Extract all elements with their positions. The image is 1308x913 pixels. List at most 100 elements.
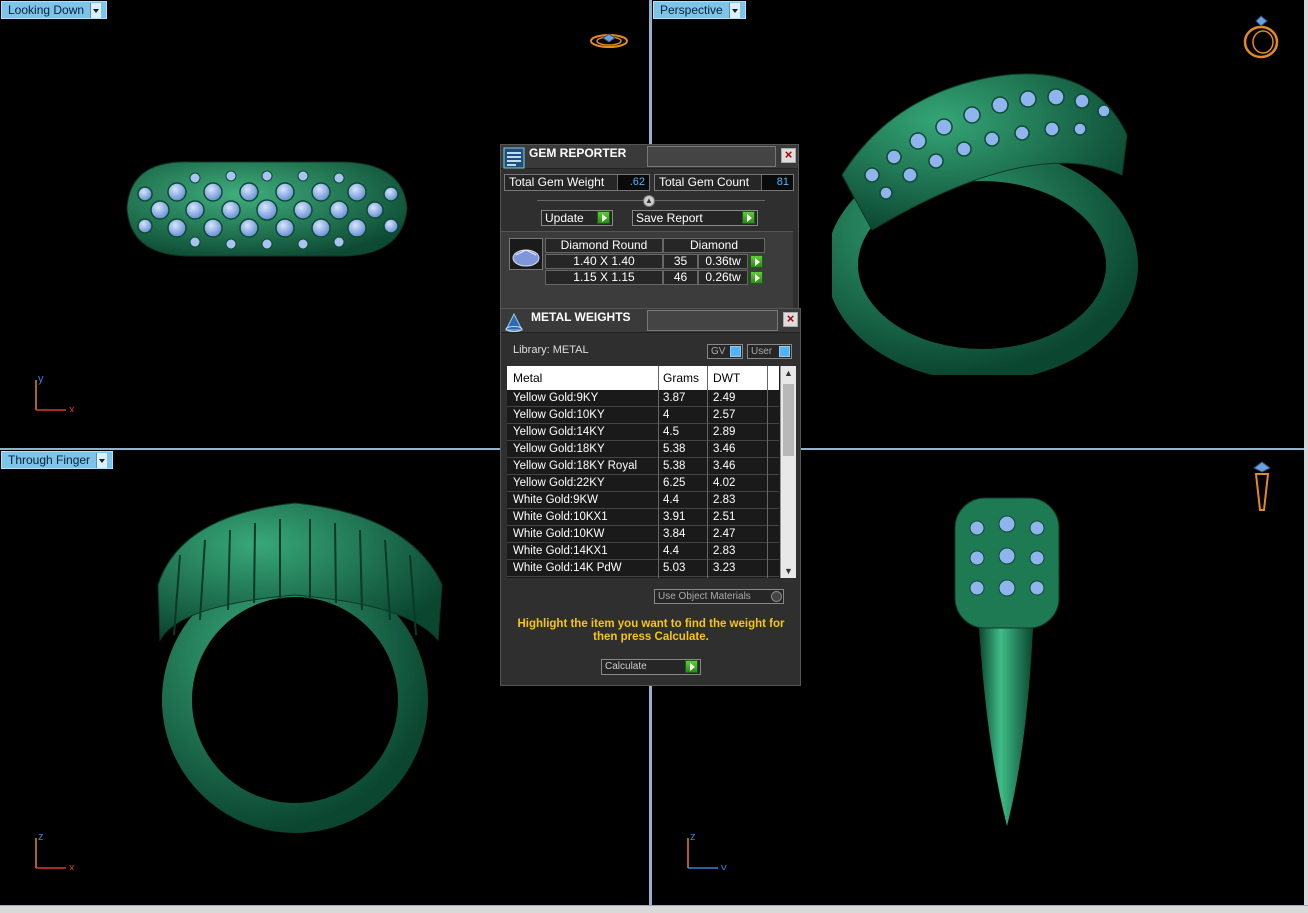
grams-cell: 4.4: [663, 545, 679, 557]
metal-weights-panel[interactable]: METAL WEIGHTS × Library: METAL GV User M…: [500, 308, 801, 686]
use-object-materials-label: Use Object Materials: [658, 591, 751, 602]
grams-cell: 5.38: [663, 443, 686, 455]
toggle-knob: [730, 346, 741, 357]
gv-label: GV: [711, 346, 726, 357]
table-row[interactable]: White Gold:10KW 3.84 2.47: [507, 526, 779, 543]
total-gem-weight-label: Total Gem Weight: [509, 175, 605, 189]
instruction-text: Highlight the item you want to find the …: [517, 618, 785, 643]
chevron-down-icon[interactable]: [728, 2, 740, 18]
play-icon[interactable]: [750, 255, 763, 268]
calculate-label: Calculate: [605, 661, 647, 672]
table-row[interactable]: Yellow Gold:18KY Royal 5.38 3.46: [507, 458, 779, 475]
ring-top-view-icon[interactable]: [589, 30, 629, 52]
scroll-up-icon[interactable]: ▲: [784, 368, 793, 378]
title-bar-fill: [647, 310, 778, 331]
total-gem-count-value: 81: [761, 175, 793, 190]
column-header-dwt[interactable]: DWT: [713, 371, 740, 385]
chevron-down-icon[interactable]: [96, 452, 108, 468]
total-gem-weight-field: Total Gem Weight .62: [504, 174, 650, 191]
table-row[interactable]: White Gold:10KX1 3.91 2.51: [507, 509, 779, 526]
title-bar-fill: [647, 146, 776, 167]
gem-reporter-title: GEM REPORTER: [529, 146, 627, 160]
metal-weights-table[interactable]: Metal Grams DWT Yellow Gold:9KY 3.87 2.49 Y…: [507, 366, 796, 578]
ring-model-through-finger[interactable]: [150, 495, 450, 835]
scroll-down-icon[interactable]: ▼: [784, 566, 793, 576]
table-row[interactable]: Yellow Gold:18KY 5.38 3.46: [507, 441, 779, 458]
view-selector-label: Through Finger: [8, 453, 91, 467]
table-row[interactable]: White Gold:9KW 4.4 2.83: [507, 492, 779, 509]
gem-size-cell[interactable]: 1.40 X 1.40: [545, 254, 663, 269]
grams-cell: 5.03: [663, 562, 686, 574]
table-row[interactable]: Yellow Gold:14KY 4.5 2.89: [507, 424, 779, 441]
save-report-label: Save Report: [636, 211, 703, 225]
vertical-scrollbar[interactable]: ▲ ▼: [780, 366, 796, 578]
ring-perspective-view-icon[interactable]: [1240, 14, 1282, 60]
dwt-cell: 3.23: [713, 562, 736, 574]
metal-name-cell: Yellow Gold:18KY Royal: [513, 460, 638, 472]
table-row[interactable]: White Gold:14KX1 4.4 2.83: [507, 543, 779, 560]
grams-cell: 4.4: [663, 494, 679, 506]
dwt-cell: 2.47: [713, 528, 736, 540]
dwt-cell: 2.49: [713, 392, 736, 404]
grams-cell: 4.5: [663, 426, 679, 438]
dwt-cell: 2.83: [713, 545, 736, 557]
scrollbar-thumb[interactable]: [783, 384, 794, 456]
round-diamond-icon: [512, 249, 540, 267]
view-selector-looking-down[interactable]: Looking Down: [1, 1, 108, 19]
axis-gizmo-xy: y x: [35, 373, 75, 412]
view-selector-perspective[interactable]: Perspective: [653, 1, 746, 19]
dwt-cell: 2.83: [713, 494, 736, 506]
metal-weights-titlebar[interactable]: METAL WEIGHTS ×: [501, 309, 800, 333]
close-icon[interactable]: ×: [783, 312, 798, 327]
metal-name-cell: White Gold:10KW: [513, 528, 605, 540]
grams-cell: 4: [663, 409, 670, 421]
column-header-metal[interactable]: Metal: [513, 371, 542, 385]
dwt-cell: 4.02: [713, 477, 736, 489]
toggle-knob: [779, 346, 790, 357]
table-row[interactable]: Yellow Gold:9KY 3.87 2.49: [507, 390, 779, 407]
table-row[interactable]: Yellow Gold:22KY 6.25 4.02: [507, 475, 779, 492]
view-selector-through-finger[interactable]: Through Finger: [1, 451, 114, 469]
gem-reporter-titlebar[interactable]: GEM REPORTER ×: [501, 145, 798, 169]
ring-side-view-icon[interactable]: [1250, 460, 1274, 514]
calculate-button[interactable]: Calculate: [601, 659, 701, 675]
user-toggle[interactable]: User: [747, 344, 792, 359]
play-icon: [597, 211, 610, 224]
dwt-cell: 2.89: [713, 426, 736, 438]
view-selector-label: Looking Down: [8, 3, 85, 17]
column-separator: [707, 366, 708, 578]
close-icon[interactable]: ×: [781, 148, 796, 163]
ring-model-top-view[interactable]: [115, 150, 415, 270]
gem-weight-cell: 0.26tw: [698, 270, 748, 285]
update-button[interactable]: Update: [541, 210, 613, 226]
gem-count-cell: 46: [663, 270, 698, 285]
axis-label-x: x: [69, 404, 75, 412]
use-object-materials-toggle[interactable]: Use Object Materials: [654, 589, 784, 604]
table-row[interactable]: Yellow Gold:10KY 4 2.57: [507, 407, 779, 424]
ring-model-side-view[interactable]: [947, 488, 1067, 828]
axis-label-z: z: [690, 831, 696, 843]
library-label: Library: METAL: [513, 344, 589, 356]
metal-weights-title: METAL WEIGHTS: [531, 310, 631, 324]
window-frame-right: [1304, 0, 1308, 906]
axis-gizmo-yz: z y: [687, 831, 727, 870]
grams-cell: 6.25: [663, 477, 686, 489]
gem-size-cell[interactable]: 1.15 X 1.15: [545, 270, 663, 285]
column-header-grams[interactable]: Grams: [663, 371, 699, 385]
save-report-button[interactable]: Save Report: [632, 210, 758, 226]
gem-reporter-panel[interactable]: GEM REPORTER × Total Gem Weight .62 Tota…: [500, 144, 799, 310]
gem-list-table: Diamond Round Diamond 1.40 X 1.40 35 0.3…: [501, 231, 793, 309]
gv-toggle[interactable]: GV: [707, 344, 743, 359]
chevron-down-icon[interactable]: [90, 2, 102, 18]
column-separator: [658, 366, 659, 578]
ring-model-perspective[interactable]: [832, 65, 1142, 375]
metal-name-cell: Yellow Gold:18KY: [513, 443, 605, 455]
grams-cell: 3.87: [663, 392, 686, 404]
diamond-round-thumbnail[interactable]: [509, 238, 543, 270]
table-row[interactable]: White Gold:14K PdW 5.03 3.23: [507, 560, 779, 577]
dwt-cell: 3.46: [713, 460, 736, 472]
total-gem-weight-value: .62: [617, 175, 649, 190]
collapse-toggle-icon[interactable]: ▲: [643, 195, 655, 207]
gem-weight-cell: 0.36tw: [698, 254, 748, 269]
play-icon[interactable]: [750, 271, 763, 284]
